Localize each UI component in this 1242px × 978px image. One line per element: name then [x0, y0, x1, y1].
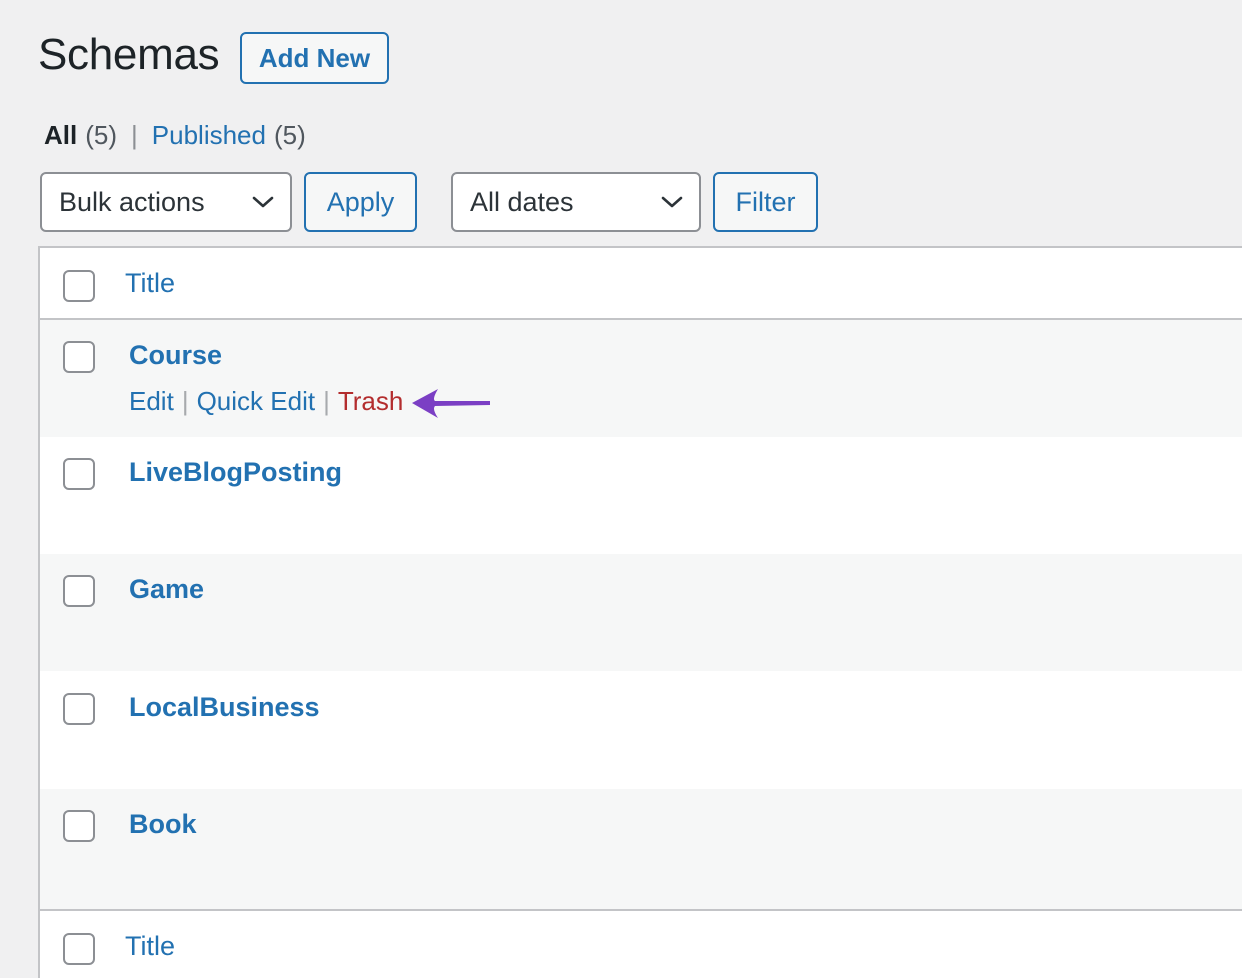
table-row: LiveBlogPosting — [40, 437, 1242, 554]
view-separator: | — [131, 120, 138, 150]
schemas-screen: Schemas Add New All (5) | Published (5) … — [0, 0, 1242, 978]
select-all-checkbox-footer[interactable] — [63, 933, 95, 965]
row-checkbox[interactable] — [63, 810, 95, 842]
row-actions: Edit | Quick Edit | Trash — [129, 386, 403, 417]
filter-button[interactable]: Filter — [713, 172, 818, 232]
view-published-count: (5) — [273, 120, 306, 150]
trash-link[interactable]: Trash — [338, 386, 404, 417]
table-footer: Title — [40, 909, 1242, 978]
view-all-count: (5) — [85, 120, 118, 150]
row-title[interactable]: Course — [129, 340, 222, 371]
table-header: Title — [40, 248, 1242, 320]
bulk-actions-value: Bulk actions — [59, 186, 205, 217]
row-checkbox[interactable] — [63, 458, 95, 490]
row-checkbox[interactable] — [63, 575, 95, 607]
arrow-left-icon — [412, 389, 490, 418]
table-row: LocalBusiness — [40, 672, 1242, 789]
table-row: Course Edit | Quick Edit | Trash — [40, 320, 1242, 437]
edit-link[interactable]: Edit — [129, 386, 174, 417]
schemas-table: Title Course Edit | Quick Edit | Trash L… — [38, 246, 1242, 978]
action-separator: | — [181, 386, 189, 416]
view-published[interactable]: Published — [152, 120, 266, 151]
page-title: Schemas — [38, 30, 220, 79]
select-all-checkbox[interactable] — [63, 270, 95, 302]
status-views: All (5) | Published (5) — [44, 120, 306, 151]
action-separator: | — [323, 386, 330, 416]
quick-edit-link[interactable]: Quick Edit — [197, 386, 316, 417]
column-title-footer[interactable]: Title — [125, 931, 175, 962]
apply-button[interactable]: Apply — [304, 172, 417, 232]
row-checkbox[interactable] — [63, 341, 95, 373]
row-title[interactable]: Book — [129, 809, 197, 840]
date-filter-select[interactable]: All dates — [451, 172, 701, 232]
table-row: Game — [40, 554, 1242, 671]
row-title[interactable]: LocalBusiness — [129, 692, 320, 723]
date-filter-value: All dates — [470, 186, 574, 217]
column-title-header[interactable]: Title — [125, 268, 175, 299]
table-row: Book — [40, 789, 1242, 909]
chevron-down-icon — [661, 196, 683, 208]
bulk-actions-select[interactable]: Bulk actions — [40, 172, 292, 232]
row-checkbox[interactable] — [63, 693, 95, 725]
row-title[interactable]: Game — [129, 574, 204, 605]
chevron-down-icon — [252, 196, 274, 208]
add-new-button[interactable]: Add New — [240, 32, 389, 84]
view-all[interactable]: All — [44, 120, 77, 151]
row-title[interactable]: LiveBlogPosting — [129, 457, 342, 488]
